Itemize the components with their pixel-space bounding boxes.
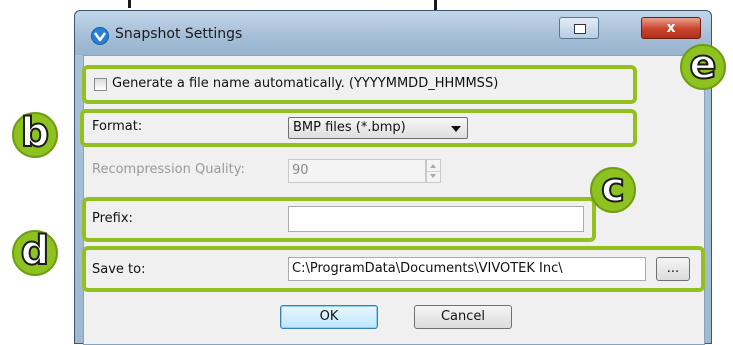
vivotek-app-icon [91,27,109,45]
title-bar[interactable]: Snapshot Settings x [75,11,711,55]
window-title: Snapshot Settings [115,26,243,42]
annotation-badge-c: c [590,167,636,213]
browse-button[interactable]: ... [656,257,690,281]
format-label: Format: [92,119,143,134]
close-button[interactable]: x [641,17,701,39]
background-mark [434,0,437,10]
auto-filename-label: Generate a file name automatically. (YYY… [112,76,499,91]
save-to-field[interactable]: C:\ProgramData\Documents\VIVOTEK Inc\ [288,257,646,281]
background-mark [128,0,131,8]
annotation-badge-b: b [12,112,58,158]
quality-spinner[interactable] [426,159,441,183]
auto-filename-checkbox[interactable] [94,78,107,91]
cancel-button[interactable]: Cancel [414,305,512,329]
prefix-label: Prefix: [92,211,133,226]
quality-label: Recompression Quality: [92,162,245,177]
annotation-badge-d: d [12,230,58,276]
quality-field[interactable]: 90 [288,159,426,183]
close-icon: x [666,20,676,36]
spinner-divider [427,171,440,172]
save-to-label: Save to: [92,262,146,277]
prefix-input[interactable] [288,206,584,232]
restore-button[interactable] [559,17,599,39]
chevron-down-icon [451,126,461,132]
ok-button[interactable]: OK [280,305,378,329]
spin-up-icon [430,164,436,168]
format-select[interactable]: BMP files (*.bmp) [288,117,468,139]
annotation-badge-e: e [680,44,726,90]
format-selected-value: BMP files (*.bmp) [293,120,406,135]
spin-down-icon [430,174,436,178]
